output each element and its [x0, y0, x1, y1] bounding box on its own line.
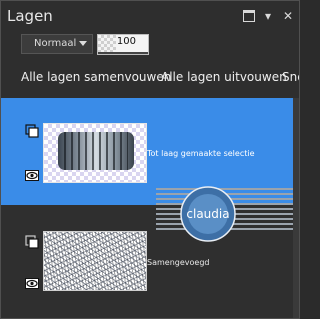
layer-thumbnail[interactable] — [43, 231, 147, 291]
scrollbar[interactable] — [293, 98, 299, 318]
blend-mode-dropdown[interactable]: Normaal — [21, 34, 93, 54]
truncated-action-button[interactable]: Sne — [282, 70, 299, 84]
texture-image — [44, 232, 146, 290]
panel-titlebar: Lagen ▾ ✕ — [1, 1, 299, 31]
collapse-all-layers-button[interactable]: Alle lagen samenvouwen — [21, 70, 171, 84]
layer-name[interactable]: Samengevoegd — [147, 258, 209, 267]
opacity-bar — [98, 52, 148, 54]
layer-name[interactable]: Tot laag gemaakte selectie — [147, 149, 255, 158]
eye-icon[interactable] — [25, 278, 39, 289]
watermark-logo: claudia — [156, 186, 293, 242]
menu-icon[interactable]: ▾ — [261, 9, 275, 23]
layer-type-icon — [25, 235, 39, 249]
layers-panel: Lagen ▾ ✕ Normaal 100 Alle lagen samenvo… — [0, 0, 300, 319]
titlebar-buttons: ▾ ✕ — [243, 9, 295, 23]
layer-type-icon — [25, 124, 39, 138]
layer-thumbnail[interactable] — [43, 123, 147, 183]
expand-all-layers-button[interactable]: Alle lagen uitvouwen — [161, 70, 287, 84]
close-icon[interactable]: ✕ — [281, 9, 295, 23]
chevron-down-icon — [79, 41, 87, 46]
eye-icon[interactable] — [25, 170, 39, 181]
maximize-icon[interactable] — [243, 10, 255, 22]
blend-mode-value: Normaal — [34, 38, 77, 49]
opacity-slider[interactable]: 100 — [97, 34, 149, 55]
panel-title: Lagen — [7, 7, 53, 25]
actions-bar: Alle lagen samenvouwen Alle lagen uitvou… — [1, 63, 299, 91]
opacity-value: 100 — [116, 36, 136, 47]
forest-image — [58, 132, 134, 170]
watermark-text: claudia — [186, 207, 229, 221]
